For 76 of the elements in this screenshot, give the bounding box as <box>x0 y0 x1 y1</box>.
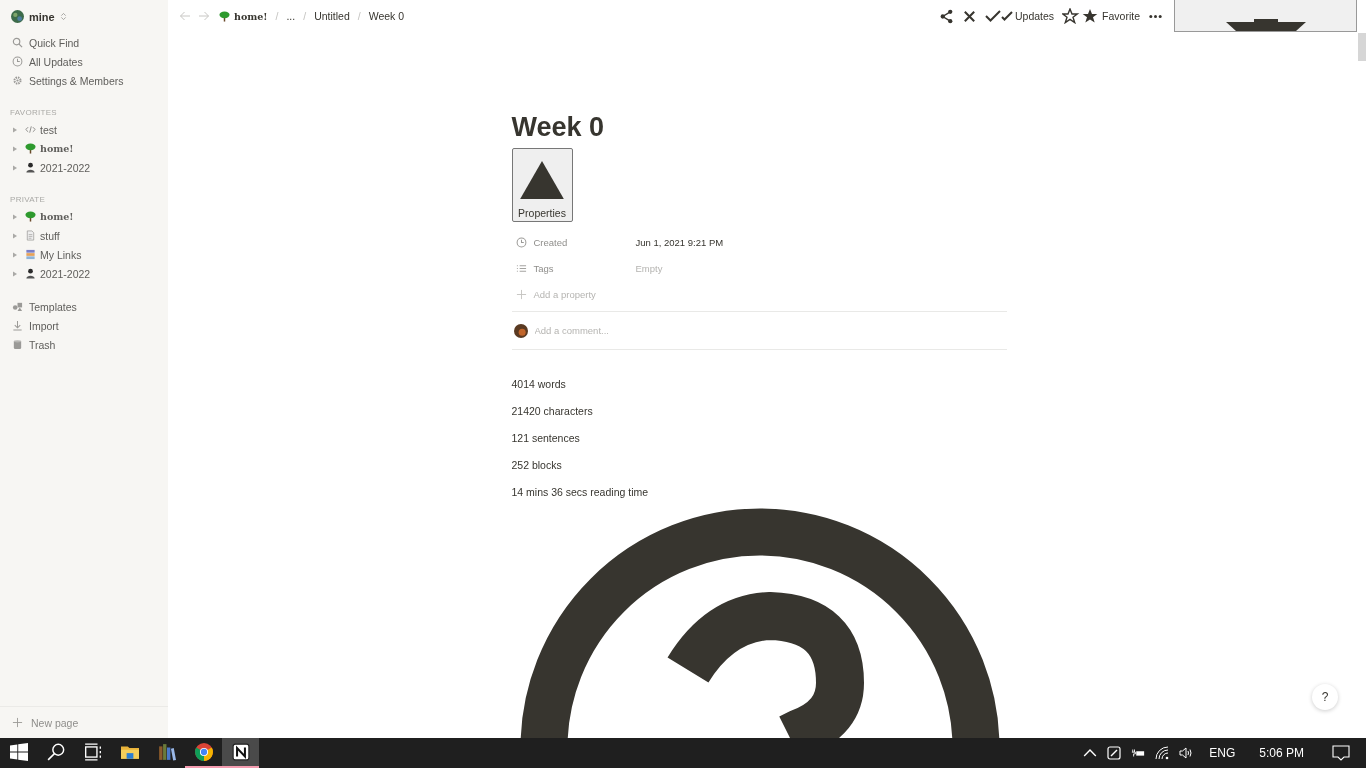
section-heading: PRIVATE <box>9 193 47 206</box>
properties-button[interactable]: Properties <box>511 148 573 222</box>
stat-line: 14 mins 36 secs reading time <box>511 485 650 500</box>
browser-icon <box>194 743 213 761</box>
breadcrumb[interactable]: ... <box>284 10 298 22</box>
download-icon <box>12 320 23 331</box>
search-icon <box>12 37 23 48</box>
plus-icon <box>12 717 23 728</box>
favorite-button[interactable]: Favorite <box>1062 8 1140 24</box>
clock-icon <box>12 56 23 67</box>
clock[interactable]: 5:06 PM <box>1259 746 1304 760</box>
clock-icon <box>515 236 527 248</box>
folder-icon <box>120 743 139 761</box>
share-icon[interactable] <box>938 8 954 24</box>
page-item[interactable]: home! <box>0 207 168 226</box>
windows-icon <box>9 743 28 761</box>
settings-icon <box>12 75 23 86</box>
breadcrumb-separator: / <box>356 10 362 22</box>
page-title[interactable]: Week 0 <box>511 110 1007 144</box>
sidebar-item[interactable]: Import <box>0 316 168 335</box>
document-icon <box>25 230 36 241</box>
page-item[interactable]: My Links <box>0 245 168 264</box>
avatar <box>513 323 528 338</box>
sidebar-item[interactable]: Quick Find <box>0 33 168 52</box>
page-item[interactable]: 2021-2022 <box>0 158 168 177</box>
list-icon <box>515 262 527 274</box>
language-indicator[interactable]: ENG <box>1209 746 1236 760</box>
arrow-down-icon <box>1225 19 1306 31</box>
breadcrumb-separator: / <box>302 10 308 22</box>
tree-icon <box>25 143 36 154</box>
plus-icon <box>515 288 527 300</box>
breadcrumb[interactable]: Untitled <box>312 10 352 22</box>
sidebar-item[interactable]: Settings & Members <box>0 71 168 90</box>
sidebar-item[interactable]: Templates <box>0 297 168 316</box>
workspace-name[interactable]: mine <box>29 10 55 23</box>
templates-icon <box>12 301 23 312</box>
property-value[interactable]: Jun 1, 2021 9:21 PM <box>635 236 724 248</box>
volume-icon[interactable] <box>1179 746 1194 760</box>
wifi-icon[interactable] <box>1155 746 1170 760</box>
page-item[interactable]: home! <box>0 139 168 158</box>
triangle-icon <box>520 161 564 199</box>
tree-icon <box>219 10 230 22</box>
taskbar-button[interactable] <box>222 738 259 768</box>
breadcrumb-separator: / <box>274 10 280 22</box>
check-icon <box>984 9 1013 23</box>
trash-icon <box>12 339 23 350</box>
help-button[interactable]: ? <box>1312 684 1338 710</box>
search-icon <box>46 743 65 761</box>
sidebar-item[interactable]: All Updates <box>0 52 168 71</box>
stat-line: 4014 words <box>511 377 567 392</box>
property-name[interactable]: Created <box>511 236 636 248</box>
stat-line: 121 sentences <box>511 431 581 446</box>
property-name[interactable]: Tags <box>511 262 636 274</box>
sidebar-item[interactable]: Trash <box>0 335 168 354</box>
pen-icon[interactable] <box>1107 746 1122 760</box>
code-icon <box>25 124 36 135</box>
updates-button[interactable]: Updates <box>984 9 1055 23</box>
workspace-icon <box>11 10 24 23</box>
bookmarks-icon <box>25 249 36 260</box>
breadcrumb[interactable]: home! <box>217 10 270 22</box>
page-item[interactable]: stuff <box>0 226 168 245</box>
section-heading: FAVORITES <box>9 106 58 119</box>
switcher-icon[interactable] <box>59 12 67 21</box>
tree-icon <box>25 211 36 222</box>
close-icon[interactable] <box>961 8 977 24</box>
notification-icon[interactable] <box>1332 745 1350 761</box>
person-icon <box>25 268 36 279</box>
stat-line: 21420 characters <box>511 404 594 419</box>
stat-line: 252 blocks <box>511 458 563 473</box>
notion-icon <box>231 743 250 761</box>
breadcrumb[interactable]: Week 0 <box>366 10 407 22</box>
person-icon <box>25 162 36 173</box>
books-icon <box>157 743 176 761</box>
page-item[interactable]: 2021-2022 <box>0 264 168 283</box>
task-view-icon <box>83 743 102 761</box>
page-item[interactable]: test <box>0 120 168 139</box>
